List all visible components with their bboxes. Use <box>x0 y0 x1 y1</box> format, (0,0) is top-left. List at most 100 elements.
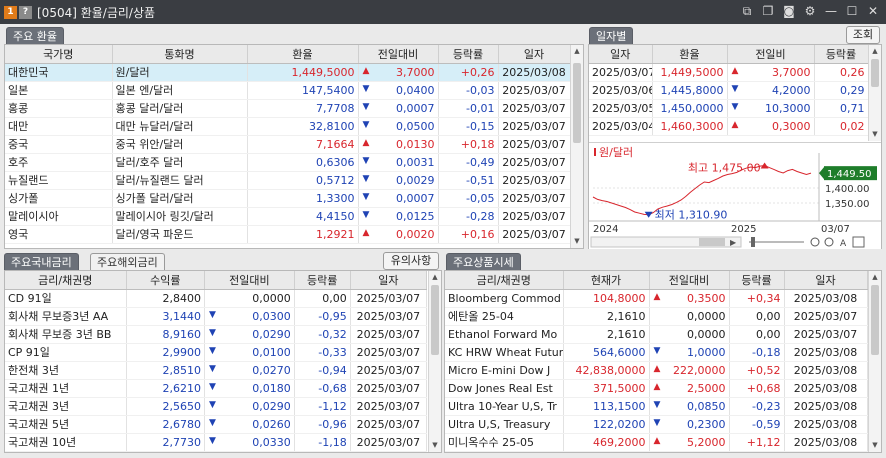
table-row[interactable]: Bloomberg Commod 104,8000 ▲ 0,3500 +0,34 2025… <box>445 289 868 308</box>
table-row[interactable]: 대한민국 원/달러 1,449,5000 ▲ 3,7000 +0,26 2025/03/08 <box>5 63 571 82</box>
arrow-up-icon: ▲ <box>653 381 661 392</box>
scroll-thumb[interactable] <box>431 285 439 355</box>
table-row[interactable]: 대만 대만 뉴달러/달러 32,8100 ▼ 0,0500 -0,15 2025/03/07 <box>5 117 571 136</box>
column-header[interactable]: 전일대비 <box>358 45 439 64</box>
arrow-up-icon: ▲ <box>653 435 661 446</box>
scroll-thumb[interactable] <box>573 63 581 143</box>
change-value: 0,0125 <box>396 209 435 223</box>
column-header[interactable]: 환율 <box>652 45 728 64</box>
column-header[interactable]: 일자 <box>350 271 428 290</box>
column-header[interactable]: 금리/채권명 <box>445 271 564 290</box>
maximize-icon[interactable]: ☐ <box>845 4 859 18</box>
table-row[interactable]: 국고채권 1년 2,6210 ▼ 0,0180 -0,68 2025/03/07 <box>5 379 428 398</box>
table-row[interactable]: 싱가폴 싱가폴 달러/달러 1,3300 ▼ 0,0007 -0,05 2025/03/07 <box>5 189 571 208</box>
table-row[interactable]: 회사채 무보증3년 AA 3,1440 ▼ 0,0300 -0,95 2025/03/07 <box>5 307 428 326</box>
table-row[interactable]: 에탄올 25-04 2,1610 0,0000 0,00 2025/03/07 <box>445 307 868 326</box>
table-row[interactable]: 한전채 3년 2,8510 ▼ 0,0270 -0,94 2025/03/07 <box>5 361 428 380</box>
column-header[interactable]: 등락률 <box>438 45 499 64</box>
change-cell: ▼ 0,0007 <box>358 99 439 118</box>
column-header[interactable]: 일자 <box>784 271 868 290</box>
table-row[interactable]: 말레이시아 말레이시아 링깃/달러 4,4150 ▼ 0,0125 -0,28 2025/0… <box>5 207 571 226</box>
link-icon[interactable]: ⧉ <box>740 4 754 18</box>
table-row[interactable]: 중국 중국 위안/달러 7,1664 ▲ 0,0130 +0,18 2025/03/07 <box>5 135 571 154</box>
table-row[interactable]: 홍콩 홍콩 달러/달러 7,7708 ▼ 0,0007 -0,01 2025/03/07 <box>5 99 571 118</box>
table-row[interactable]: 국고채권 3년 2,5650 ▼ 0,0290 -1,12 2025/03/07 <box>5 397 428 416</box>
column-header[interactable]: 현재가 <box>563 271 650 290</box>
window-badge-help[interactable]: ? <box>19 5 32 19</box>
screenshot-icon[interactable]: ◙ <box>782 4 796 18</box>
table-row[interactable]: 2025/03/07 1,449,5000 ▲ 3,7000 0,26 <box>589 63 869 82</box>
fx-scrollbar[interactable]: ▲ ▼ <box>570 45 583 248</box>
column-header[interactable]: 등락률 <box>294 271 351 290</box>
date-cell: 2025/03/08 <box>784 379 868 398</box>
scroll-up-icon[interactable]: ▲ <box>429 271 441 284</box>
table-row[interactable]: 일본 일본 엔/달러 147,5400 ▼ 0,0400 -0,03 2025/03/07 <box>5 81 571 100</box>
scroll-down-icon[interactable]: ▼ <box>869 439 881 452</box>
column-header[interactable]: 일자 <box>498 45 571 64</box>
column-header[interactable]: 통화명 <box>112 45 248 64</box>
table-row[interactable]: Ethanol Forward Mo 2,1610 0,0000 0,00 2025/0… <box>445 325 868 344</box>
date-cell: 2025/03/06 <box>589 81 653 100</box>
table-row[interactable]: Ultra U,S, Treasury 122,0200 ▼ 0,2300 -0,59 2… <box>445 415 868 434</box>
country-cell: 홍콩 <box>5 99 113 118</box>
scroll-down-icon[interactable]: ▼ <box>429 439 441 452</box>
scroll-up-icon[interactable]: ▲ <box>869 271 881 284</box>
tab-commodity[interactable]: 주요상품시세 <box>446 253 521 271</box>
notice-button[interactable]: 유의사항 <box>383 252 439 270</box>
tab-overseas-rates[interactable]: 주요해외금리 <box>90 253 165 271</box>
table-row[interactable]: 호주 달러/호주 달러 0,6306 ▼ 0,0031 -0,49 2025/03/07 <box>5 153 571 172</box>
query-button[interactable]: 조회 <box>846 26 880 44</box>
scroll-up-icon[interactable]: ▲ <box>571 45 583 58</box>
table-row[interactable]: 국고채권 10년 2,7730 ▼ 0,0330 -1,18 2025/03/07 <box>5 433 428 452</box>
arrow-down-icon: ▼ <box>209 327 216 338</box>
table-row[interactable]: 미니옥수수 25-05 469,2000 ▲ 5,2000 +1,12 2025/03/0… <box>445 433 868 452</box>
daily-scrollbar[interactable]: ▲ ▼ <box>868 45 881 141</box>
table-row[interactable]: 회사채 무보증 3년 BB 8,9160 ▼ 0,0290 -0,32 2025/03/0… <box>5 325 428 344</box>
settings-gear-icon[interactable]: ⚙ <box>803 4 817 18</box>
minimize-icon[interactable]: — <box>824 4 838 18</box>
table-row[interactable]: Micro E-mini Dow J 42,838,0000 ▲ 222,0000 +0… <box>445 361 868 380</box>
change-value: 2,5000 <box>687 381 726 395</box>
column-header[interactable]: 등락률 <box>729 271 785 290</box>
change-cell: ▼ 0,0300 <box>204 307 295 326</box>
series-marker <box>594 148 596 156</box>
column-header[interactable]: 전일대비 <box>204 271 295 290</box>
table-row[interactable]: 영국 달러/영국 파운드 1,2921 ▲ 0,0020 +0,16 2025/03/07 <box>5 225 571 244</box>
scroll-thumb[interactable] <box>871 59 879 87</box>
column-header[interactable]: 금리/채권명 <box>5 271 127 290</box>
table-row[interactable]: 국고채권 5년 2,6780 ▼ 0,0260 -0,96 2025/03/07 <box>5 415 428 434</box>
scroll-up-icon[interactable]: ▲ <box>869 45 881 58</box>
column-header[interactable]: 전일비 <box>727 45 815 64</box>
table-row[interactable]: KC HRW Wheat Futur 564,6000 ▼ 1,0000 -0,18 20… <box>445 343 868 362</box>
table-row[interactable]: 2025/03/06 1,445,8000 ▼ 4,2000 0,29 <box>589 81 869 100</box>
window-badge-1[interactable]: 1 <box>4 5 17 19</box>
table-row[interactable]: Dow Jones Real Est 371,5000 ▲ 2,5000 +0,68 20… <box>445 379 868 398</box>
scroll-thumb[interactable] <box>871 285 879 355</box>
pct-cell: -0,03 <box>438 81 499 100</box>
table-row[interactable]: CD 91일 2,8400 0,0000 0,00 2025/03/07 <box>5 289 428 308</box>
column-header[interactable]: 수익률 <box>126 271 206 290</box>
table-row[interactable]: CP 91일 2,9900 ▼ 0,0100 -0,33 2025/03/07 <box>5 343 428 362</box>
table-row[interactable]: Ultra 10-Year U,S, Tr 113,1500 ▼ 0,0850 -0,2… <box>445 397 868 416</box>
arrow-down-icon: ▼ <box>209 309 216 320</box>
close-icon[interactable]: ✕ <box>866 4 880 18</box>
date-cell: 2025/03/07 <box>498 117 571 136</box>
table-row[interactable]: 뉴질랜드 달러/뉴질랜드 달러 0,5712 ▼ 0,0029 -0,51 2025/03/… <box>5 171 571 190</box>
copy-icon[interactable]: ❐ <box>761 4 775 18</box>
column-header[interactable]: 국가명 <box>5 45 113 64</box>
fx-chart: 원/달러 최고 1,475.00 최저 1,310.90 1,449.50 1,400.… <box>589 142 881 249</box>
column-header[interactable]: 등락률 <box>814 45 869 64</box>
scroll-down-icon[interactable]: ▼ <box>869 128 881 141</box>
column-header[interactable]: 환율 <box>247 45 359 64</box>
tab-daily[interactable]: 일자별 <box>589 27 634 45</box>
column-header[interactable]: 전일대비 <box>649 271 730 290</box>
domestic-scrollbar[interactable]: ▲ ▼ <box>428 271 441 452</box>
table-row[interactable]: 2025/03/05 1,450,0000 ▼ 10,3000 0,71 <box>589 99 869 118</box>
commodity-name-cell: KC HRW Wheat Futur <box>445 343 564 362</box>
tab-domestic-rates[interactable]: 주요국내금리 <box>4 253 79 271</box>
scroll-down-icon[interactable]: ▼ <box>571 235 583 248</box>
commodity-scrollbar[interactable]: ▲ ▼ <box>868 271 881 452</box>
tab-major-fx[interactable]: 주요 환율 <box>6 27 64 45</box>
table-row[interactable]: 2025/03/04 1,460,3000 ▲ 0,3000 0,02 <box>589 117 869 136</box>
column-header[interactable]: 일자 <box>589 45 653 64</box>
